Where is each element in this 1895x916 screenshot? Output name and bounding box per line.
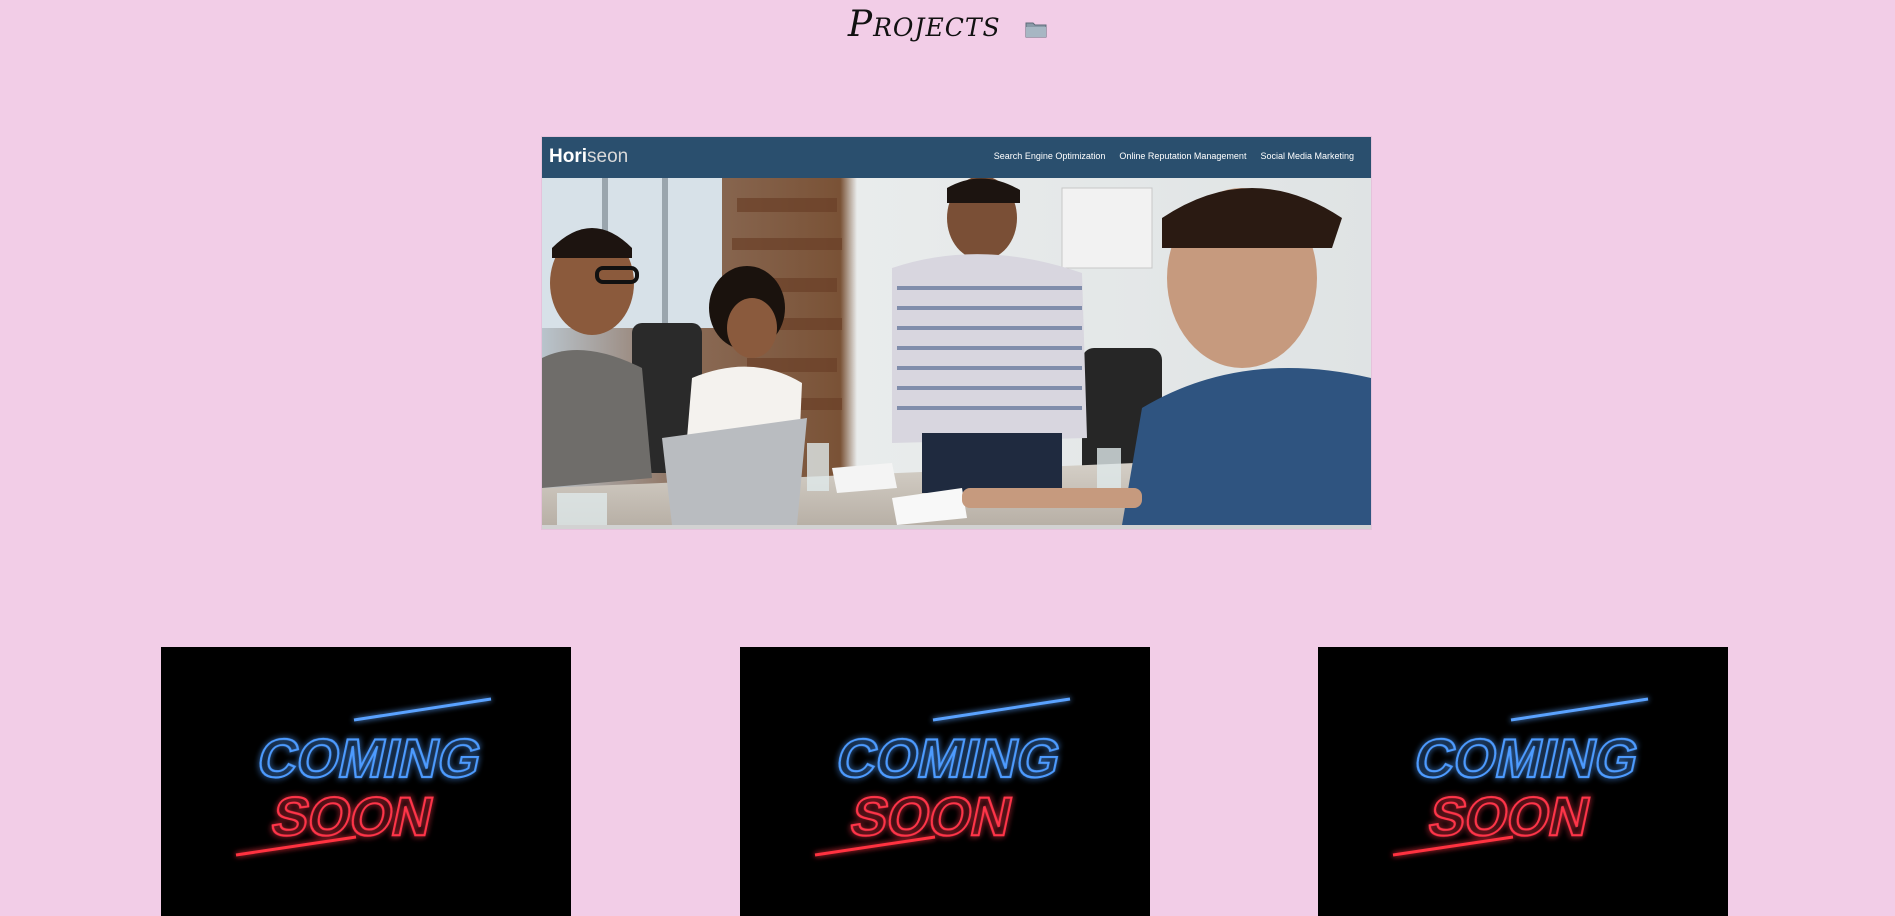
coming-soon-image: COMING SOON [161,647,571,916]
portfolio-page: Projects Horiseon Search Engine Optimiza… [0,0,1895,916]
preview-bottom-strip [542,525,1371,529]
nav-reputation[interactable]: Online Reputation Management [1119,151,1246,161]
nav-seo[interactable]: Search Engine Optimization [994,151,1106,161]
coming-text: COMING [1410,729,1645,789]
coming-soon-card-3[interactable]: COMING SOON [1318,647,1728,916]
featured-project-preview[interactable]: Horiseon Search Engine Optimization Onli… [542,137,1371,529]
coming-soon-image: COMING SOON [1318,647,1728,916]
folder-icon [1025,7,1047,48]
coming-text: COMING [253,729,488,789]
coming-soon-card-1[interactable]: COMING SOON [161,647,571,916]
projects-heading: Projects [0,4,1895,48]
horiseon-header: Horiseon Search Engine Optimization Onli… [542,137,1371,178]
horiseon-nav: Search Engine Optimization Online Reputa… [994,151,1354,161]
coming-soon-image: COMING SOON [740,647,1150,916]
logo-accent-text: seon [587,146,629,167]
projects-title: Projects [847,4,1001,45]
coming-text: COMING [832,729,1067,789]
nav-social-media[interactable]: Social Media Marketing [1260,151,1354,161]
horiseon-logo: Horiseon [549,146,628,168]
team-meeting-photo [542,178,1371,525]
logo-main-text: Hori [549,146,587,167]
coming-soon-card-2[interactable]: COMING SOON [740,647,1150,916]
